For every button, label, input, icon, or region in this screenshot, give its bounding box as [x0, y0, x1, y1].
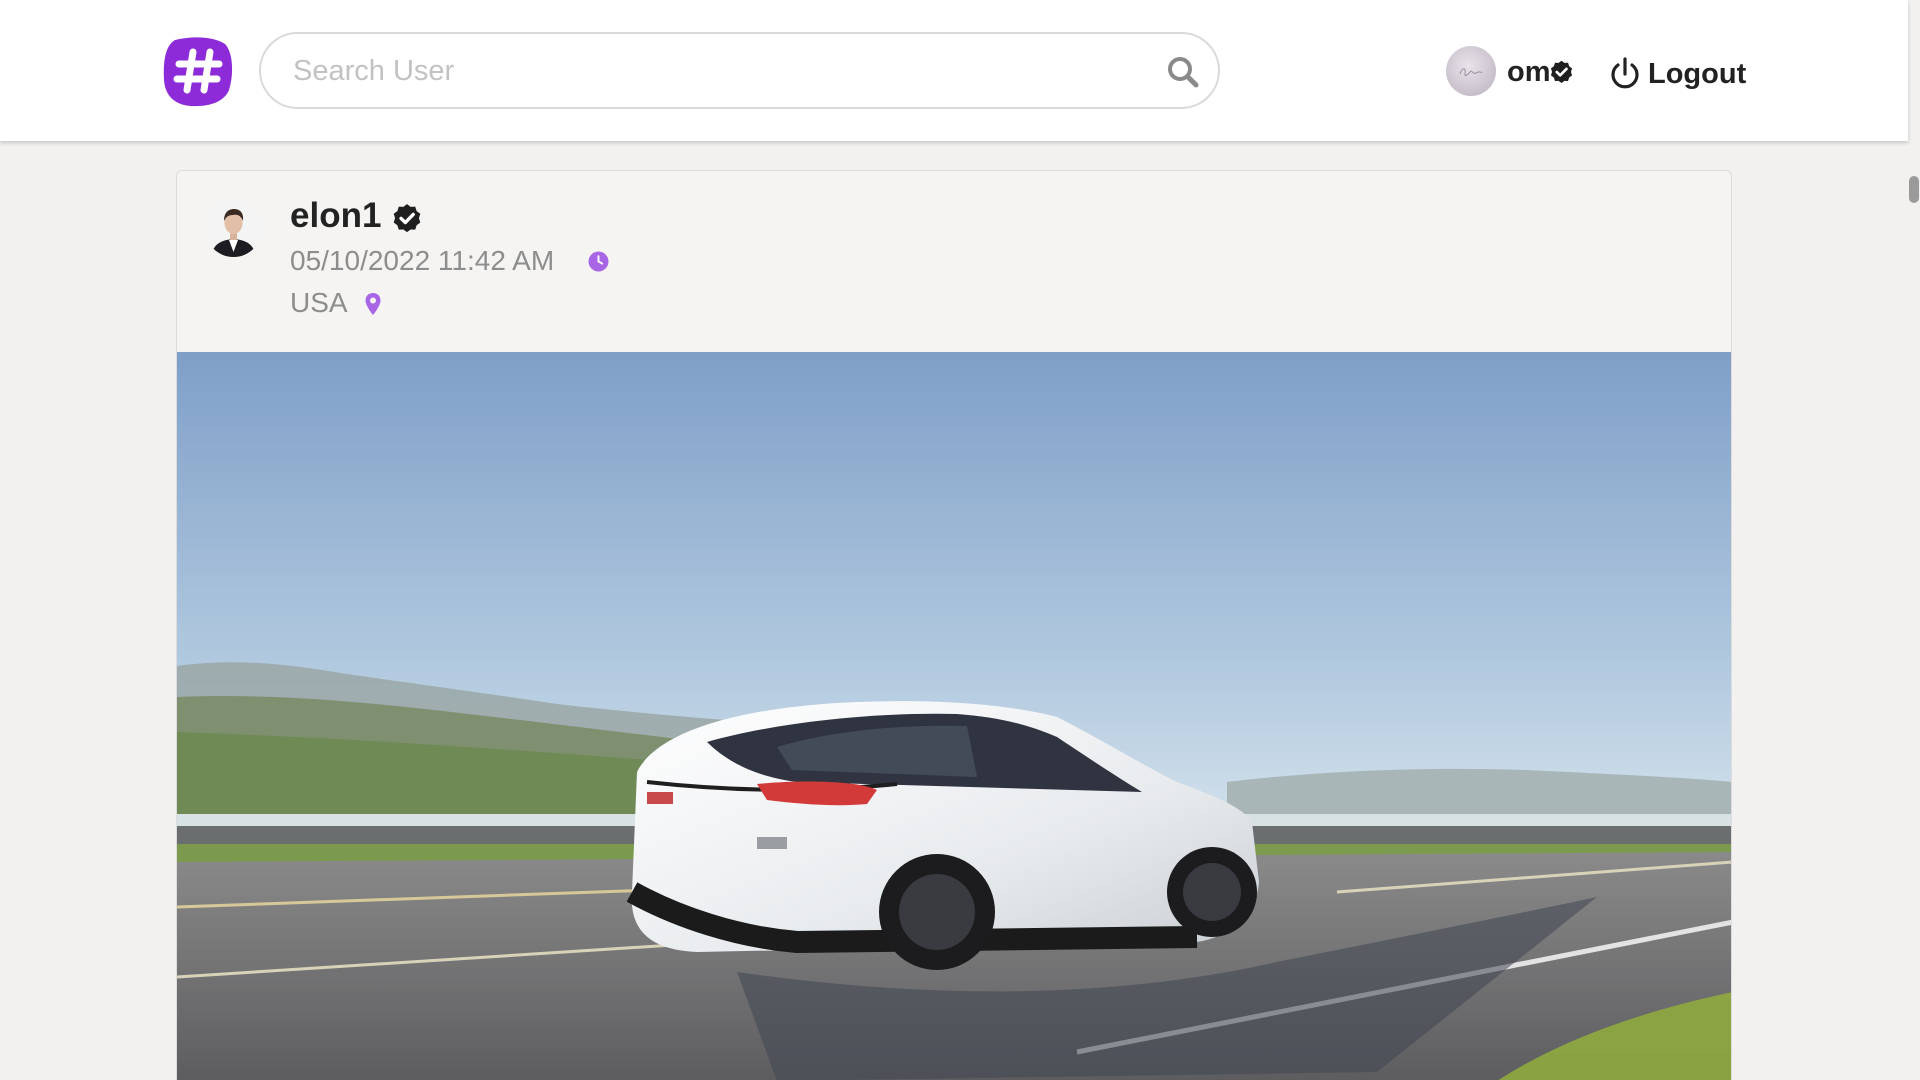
search-bar [259, 32, 1220, 109]
search-icon[interactable] [1166, 55, 1200, 89]
signature-mark [1459, 68, 1483, 76]
location-pin-icon [365, 293, 381, 315]
logout-button[interactable]: Logout [1608, 54, 1746, 94]
current-user-avatar[interactable] [1446, 46, 1496, 96]
post-author-name[interactable]: elon1 [290, 195, 381, 237]
logout-label: Logout [1648, 57, 1747, 90]
post-card: elon1 05/10/2022 11:42 AM USA [176, 170, 1732, 1080]
power-icon [1611, 57, 1639, 89]
verified-badge-icon [1550, 60, 1573, 83]
post-location: USA [290, 287, 348, 318]
author-portrait [205, 200, 262, 257]
author-avatar[interactable] [205, 200, 262, 257]
top-navbar: om Logout [0, 0, 1908, 141]
search-input[interactable] [293, 48, 1113, 94]
post-image[interactable] [177, 352, 1732, 1080]
clock-icon [588, 251, 609, 272]
current-user-name[interactable]: om [1507, 54, 1551, 90]
hashtag-logo-icon[interactable] [161, 34, 235, 108]
scrollbar-track[interactable] [1908, 141, 1920, 1080]
verified-badge-icon [393, 204, 421, 233]
scrollbar-thumb[interactable] [1909, 176, 1919, 203]
post-timestamp: 05/10/2022 11:42 AM [290, 245, 555, 276]
